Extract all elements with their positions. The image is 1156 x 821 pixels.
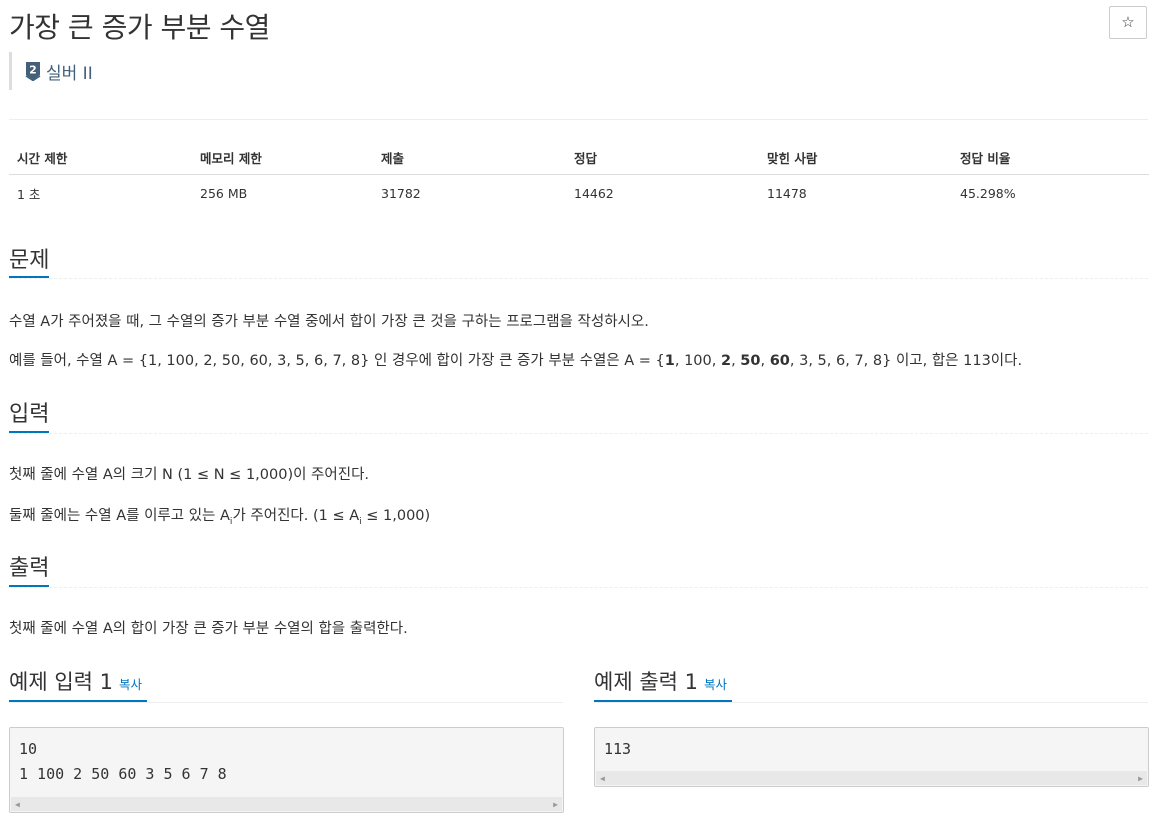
sample-input-line: 10 (19, 740, 38, 758)
scroll-right-icon[interactable]: ▶ (1134, 774, 1147, 783)
sample-input-line: 1 100 2 50 60 3 5 6 7 8 (19, 765, 227, 783)
header-submissions: 제출 (373, 140, 566, 175)
input-description-1: 첫째 줄에 수열 A의 크기 N (1 ≤ N ≤ 1,000)이 주어진다. (9, 467, 370, 483)
accepted-value[interactable]: 14462 (566, 175, 759, 212)
sample-input-box[interactable]: 10 1 100 2 50 60 3 5 6 7 8 ◀ ▶ (9, 727, 564, 813)
sample-output-heading: 예제 출력 1 복사 (594, 670, 728, 694)
problem-description-2: 예를 들어, 수열 A = {1, 100, 2, 50, 60, 3, 5, … (9, 353, 1023, 369)
section-divider (594, 702, 1148, 703)
problem-title: 가장 큰 증가 부분 수열 (9, 11, 270, 44)
submissions-value[interactable]: 31782 (373, 175, 566, 212)
silver-tier-icon: 2 (25, 61, 41, 81)
section-divider (9, 278, 1148, 279)
divider (9, 119, 1148, 120)
horizontal-scrollbar[interactable]: ◀ ▶ (11, 797, 562, 811)
output-heading: 출력 (9, 556, 50, 581)
output-description: 첫째 줄에 수열 A의 합이 가장 큰 증가 부분 수열의 합을 출력한다. (9, 621, 408, 637)
header-accept-ratio: 정답 비율 (952, 140, 1149, 175)
sample-output-line: 113 (604, 740, 632, 758)
section-divider (9, 587, 1148, 588)
scroll-left-icon[interactable]: ◀ (11, 800, 24, 809)
sample-output-box[interactable]: 113 ◀ ▶ (594, 727, 1149, 787)
horizontal-scrollbar[interactable]: ◀ ▶ (596, 771, 1147, 785)
sample-input-heading: 예제 입력 1 복사 (9, 670, 143, 694)
memory-limit-value: 256 MB (200, 185, 248, 201)
copy-sample-output-button[interactable]: 복사 (704, 677, 727, 692)
scroll-left-icon[interactable]: ◀ (596, 774, 609, 783)
section-divider (9, 702, 563, 703)
problem-heading: 문제 (9, 248, 50, 273)
input-description-2: 둘째 줄에는 수열 A를 이루고 있는 Ai가 주어진다. (1 ≤ Ai ≤ … (9, 508, 431, 527)
header-accepted: 정답 (566, 140, 759, 175)
section-divider (9, 433, 1148, 434)
problem-info-table: 시간 제한 메모리 제한 제출 정답 맞힌 사람 정답 비율 1 초 256 M… (9, 140, 1149, 211)
accept-ratio-value: 45.298% (960, 185, 1016, 201)
header-time-limit: 시간 제한 (9, 140, 192, 175)
time-limit-value: 1 초 (17, 186, 41, 202)
solved-users-value[interactable]: 11478 (759, 175, 952, 212)
input-heading: 입력 (9, 402, 50, 427)
star-button[interactable]: ☆ (1109, 6, 1147, 39)
copy-sample-input-button[interactable]: 복사 (119, 677, 142, 692)
table-row: 1 초 256 MB 31782 14462 11478 45.298% (9, 175, 1149, 212)
header-memory-limit: 메모리 제한 (192, 140, 373, 175)
problem-description-1: 수열 A가 주어졌을 때, 그 수열의 증가 부분 수열 중에서 합이 가장 큰… (9, 314, 649, 330)
scroll-right-icon[interactable]: ▶ (549, 800, 562, 809)
header-solved-users: 맞힌 사람 (759, 140, 952, 175)
tier-number: 2 (29, 64, 37, 77)
tier-badge-row: 2 실버 II (9, 52, 93, 90)
tier-label[interactable]: 실버 II (46, 59, 93, 84)
